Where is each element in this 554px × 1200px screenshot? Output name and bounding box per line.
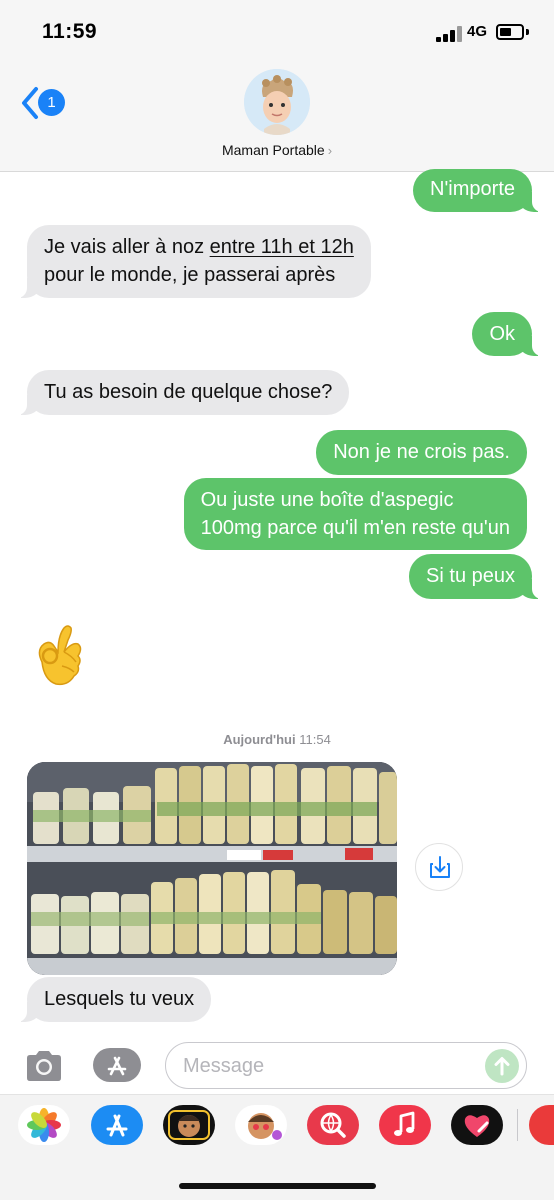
outgoing-message[interactable]: Si tu peux: [409, 554, 542, 599]
battery-icon: [496, 24, 524, 40]
camera-icon: [27, 1051, 61, 1081]
conversation-timestamp: Aujourd'hui 11:54: [0, 732, 554, 747]
date-link[interactable]: entre 11h et 12h: [210, 236, 354, 258]
message-line: pour le monde, je passerai après: [44, 264, 336, 286]
digital-touch-app-icon[interactable]: [451, 1105, 503, 1145]
outgoing-message[interactable]: N'importe: [413, 169, 542, 212]
message-text: Lesquels tu veux: [44, 988, 195, 1010]
back-button[interactable]: 1: [20, 86, 68, 120]
send-button[interactable]: [485, 1049, 519, 1083]
timestamp-day: Aujourd'hui: [223, 732, 296, 747]
message-input[interactable]: [183, 1052, 473, 1080]
message-line: 100mg parce qu'il m'en reste qu'un: [200, 517, 510, 539]
incoming-message[interactable]: Lesquels tu veux: [16, 977, 212, 1022]
conversation-header: 11:59 4G 1 Maman Portable ›: [0, 0, 554, 172]
message-line: Ou juste une boîte d'aspegic: [200, 489, 454, 511]
outgoing-message[interactable]: Ou juste une boîte d'aspegic 100mg parce…: [183, 478, 527, 550]
save-download-icon: [430, 856, 450, 878]
message-text: Si tu peux: [426, 565, 515, 587]
chevron-left-icon: [22, 87, 38, 119]
timestamp-time: 11:54: [299, 732, 331, 747]
app-store-icon: [93, 1048, 141, 1082]
network-type: 4G: [467, 23, 488, 40]
web-search-app-icon[interactable]: [307, 1105, 359, 1145]
status-time: 11:59: [42, 20, 98, 43]
message-line: Je vais aller à noz: [44, 236, 210, 258]
battery-tip: [526, 29, 529, 35]
save-photo-button[interactable]: [415, 843, 463, 891]
more-app-icon[interactable]: [529, 1105, 554, 1145]
contact-name-button[interactable]: Maman Portable ›: [0, 142, 554, 158]
photos-app-icon[interactable]: [18, 1105, 70, 1145]
unread-badge: 1: [38, 89, 65, 116]
outgoing-message[interactable]: Ok: [472, 312, 542, 356]
app-store-app-icon[interactable]: [91, 1105, 143, 1145]
photo-attachment[interactable]: [27, 762, 397, 975]
strip-divider: [517, 1109, 518, 1141]
message-field[interactable]: [165, 1042, 527, 1089]
memoji-avatar-icon: [244, 69, 310, 135]
message-text: Tu as besoin de quelque chose?: [44, 381, 333, 403]
contact-avatar[interactable]: [244, 69, 310, 135]
contact-name: Maman Portable: [221, 142, 325, 158]
camera-button[interactable]: [24, 1049, 64, 1083]
message-text: Ok: [489, 323, 515, 345]
ok-hand-emoji[interactable]: [28, 622, 90, 692]
incoming-message[interactable]: Je vais aller à noz entre 11h et 12h pou…: [17, 225, 371, 298]
chevron-right-icon: ›: [327, 143, 333, 158]
message-text: Non je ne crois pas.: [333, 441, 510, 463]
asparagus-shelf-photo: [27, 762, 397, 975]
outgoing-message[interactable]: Non je ne crois pas.: [316, 430, 527, 475]
ok-hand-icon: [38, 625, 82, 686]
app-store-button[interactable]: [93, 1046, 141, 1084]
incoming-message[interactable]: Tu as besoin de quelque chose?: [16, 370, 350, 415]
send-arrow-icon: [494, 1057, 510, 1076]
music-app-icon[interactable]: [379, 1105, 431, 1145]
memoji-stickers-app-icon[interactable]: [235, 1105, 287, 1145]
cellular-signal-icon: [436, 26, 462, 42]
home-indicator: [179, 1183, 376, 1189]
memoji-app-icon[interactable]: [163, 1105, 215, 1145]
message-text: N'importe: [430, 178, 515, 200]
